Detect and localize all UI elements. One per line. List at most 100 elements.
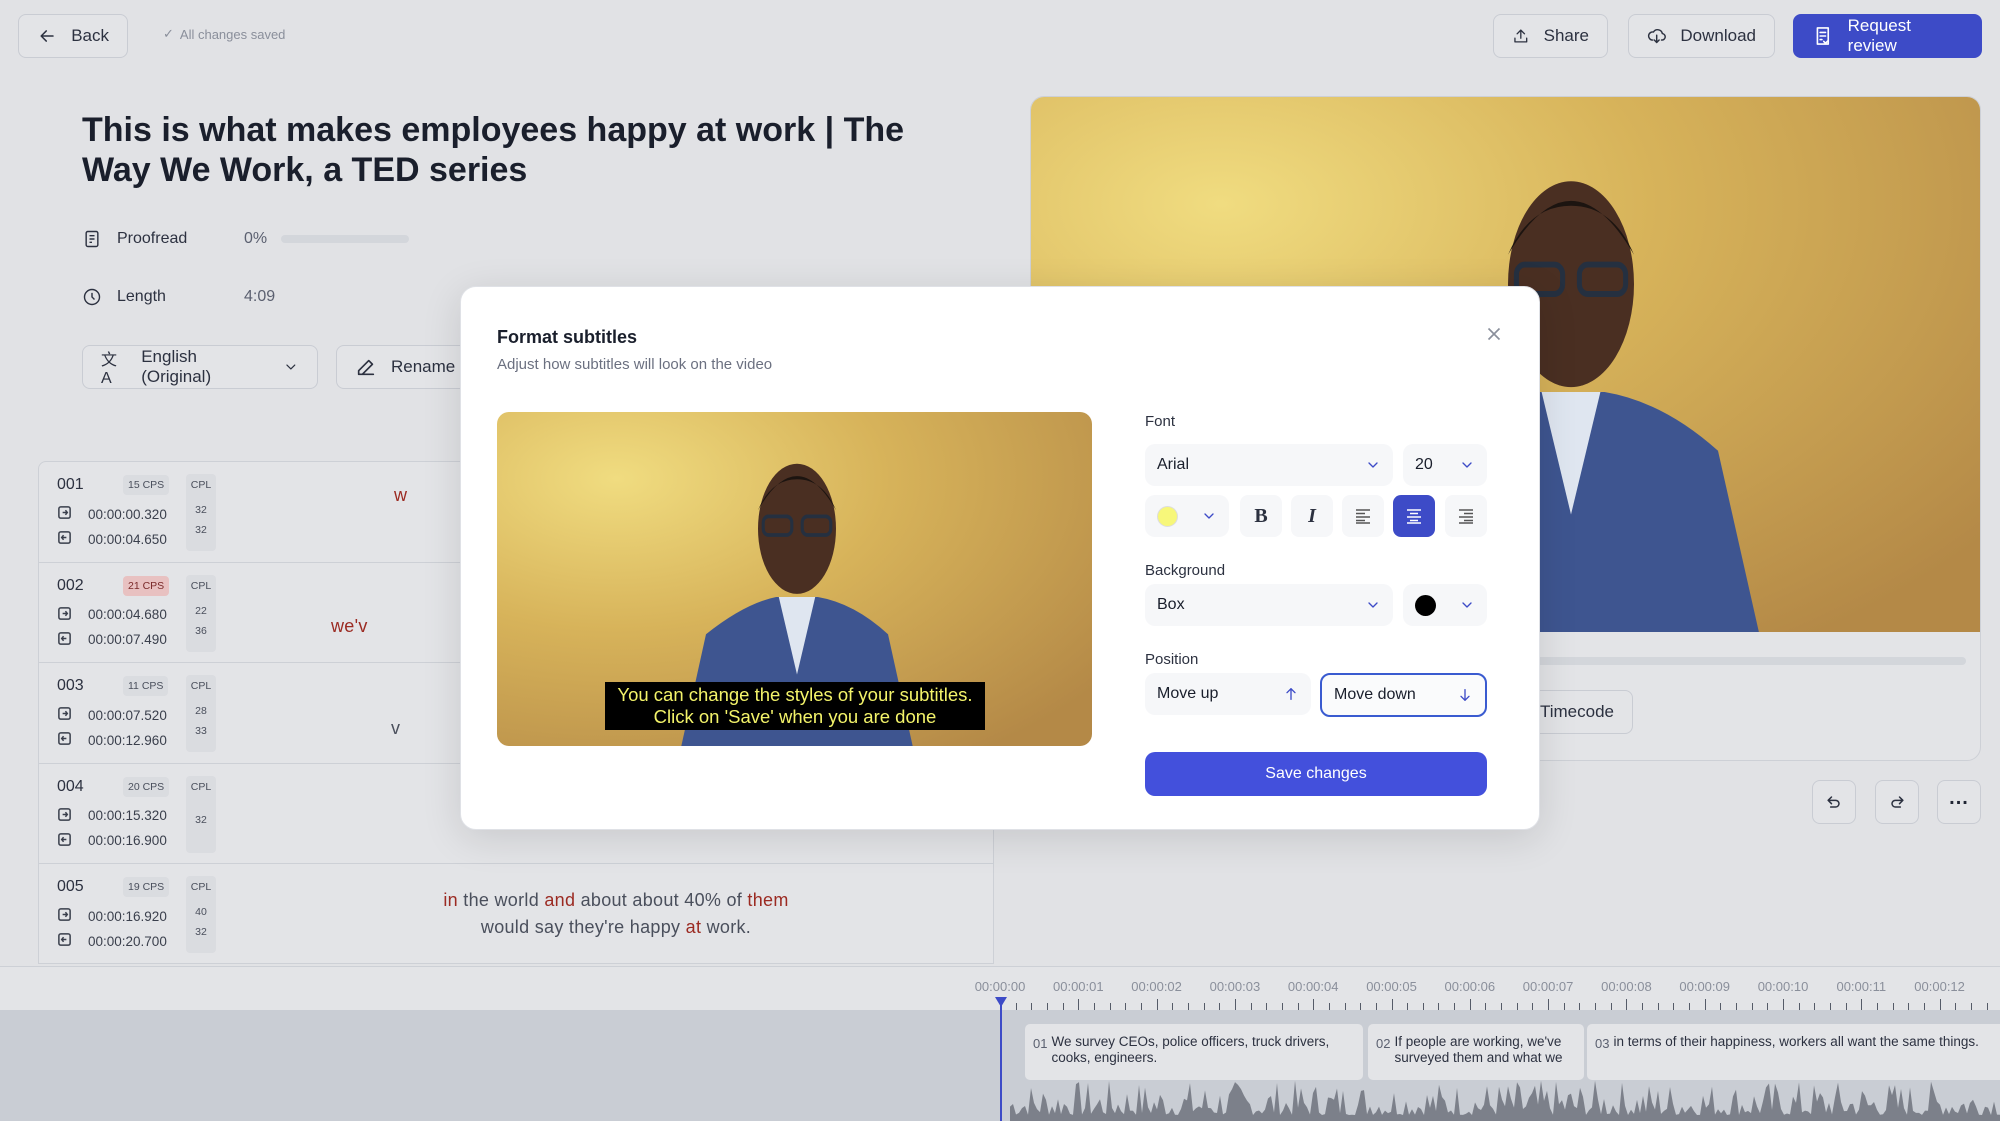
redo-button[interactable] [1875, 780, 1919, 824]
time-tick-label: 00:00:12 [1914, 979, 1965, 994]
proofread-progress-bar [281, 235, 409, 243]
chevron-down-icon [1368, 462, 1378, 468]
highlighted-word: them [747, 889, 789, 910]
highlighted-word: in [443, 889, 458, 910]
playhead[interactable] [1000, 998, 1002, 1121]
end-time[interactable]: 00:00:20.700 [57, 932, 167, 950]
caption-number: 02 [1376, 1036, 1391, 1051]
timeline-caption-card[interactable]: 03 in terms of their happiness, workers a… [1587, 1024, 2000, 1080]
align-center-icon [1407, 509, 1421, 524]
subtitle-word: about about 40% of [575, 889, 748, 910]
preview-subtitle-box: You can change the styles of your subtit… [605, 682, 985, 730]
length-row: Length 4:09 [82, 287, 281, 307]
back-button[interactable]: Back [18, 14, 128, 58]
move-up-label: Move up [1157, 685, 1219, 702]
subtitle-id: 003 [57, 677, 84, 694]
font-size-select[interactable]: 20 [1403, 444, 1487, 486]
text-color-swatch [1157, 505, 1178, 527]
cpl-label: CPL [190, 881, 212, 893]
bold-button[interactable]: B [1240, 495, 1282, 537]
background-style-select[interactable]: Box [1145, 584, 1393, 626]
highlighted-word: and [544, 889, 576, 910]
cpl-label: CPL [190, 479, 212, 491]
text-color-select[interactable] [1145, 495, 1229, 537]
request-review-button[interactable]: Request review [1793, 14, 1982, 58]
cloud-download-icon [1647, 28, 1666, 44]
subtitle-id: 005 [57, 878, 84, 895]
undo-button[interactable] [1812, 780, 1856, 824]
subtitle-row[interactable]: 005 19 CPS CPL 40 32 00:00:16.920 00:00:20… [39, 864, 993, 963]
start-time[interactable]: 00:00:04.680 [57, 606, 167, 624]
download-label: Download [1680, 26, 1756, 45]
cpl-column: CPL 40 32 [186, 876, 216, 953]
cpl-value: 32 [195, 504, 207, 516]
pencil-icon [357, 359, 375, 376]
align-right-button[interactable] [1445, 495, 1487, 537]
start-time[interactable]: 00:00:00.320 [57, 505, 167, 523]
close-button[interactable] [1483, 323, 1505, 345]
start-time[interactable]: 00:00:15.320 [57, 807, 167, 825]
time-tick-label: 00:00:07 [1522, 979, 1574, 994]
italic-button[interactable]: I [1291, 495, 1333, 537]
share-button[interactable]: Share [1493, 14, 1608, 58]
cpl-value: 36 [195, 624, 207, 637]
highlighted-word: at [685, 916, 702, 937]
align-center-button[interactable] [1393, 495, 1435, 537]
subtitle-text-fragment: v [391, 718, 401, 738]
time-tick-label: 00:00:05 [1366, 979, 1417, 994]
more-options-button[interactable]: ... [1937, 780, 1981, 824]
end-time-icon [57, 631, 88, 649]
save-status-text: All changes saved [179, 26, 286, 42]
time-tick-label: 00:00:01 [1052, 979, 1104, 994]
subtitle-word: work. [701, 916, 752, 937]
length-label: Length [117, 288, 166, 305]
language-dropdown[interactable]: 文A English (Original) [82, 345, 318, 389]
end-time-icon [57, 530, 88, 548]
move-down-button[interactable]: Move down [1320, 673, 1487, 717]
move-up-button[interactable]: Move up [1145, 673, 1311, 715]
time-tick-label: 00:00:09 [1679, 979, 1730, 994]
cps-badge: 21 CPS [123, 575, 170, 596]
subtitle-text[interactable]: in the world and about about 40% of them… [239, 864, 993, 963]
align-left-button[interactable] [1342, 495, 1384, 537]
subtitle-id: 001 [57, 476, 84, 493]
time-tick-label: 00:00:10 [1757, 979, 1809, 994]
cpl-value: 40 [195, 906, 207, 918]
preview-line-2: Click on 'Save' when you are done [653, 706, 937, 727]
save-status: ✓ All changes saved [163, 26, 285, 42]
background-color-select[interactable] [1403, 584, 1487, 626]
cpl-column: CPL 28 33 [186, 675, 216, 752]
download-button[interactable]: Download [1628, 14, 1775, 58]
caption-number: 03 [1595, 1036, 1610, 1051]
font-family-select[interactable]: Arial [1145, 444, 1393, 486]
redo-icon [1891, 796, 1904, 808]
time-tick-label: 00:00:02 [1131, 979, 1182, 994]
timeline-caption-card[interactable]: 01 We survey CEOs, police officers, truck… [1025, 1024, 1363, 1080]
cps-badge: 19 CPS [123, 877, 170, 897]
end-time-value: 00:00:16.900 [88, 833, 167, 848]
save-changes-button[interactable]: Save changes [1145, 752, 1487, 796]
start-time[interactable]: 00:00:16.920 [57, 907, 167, 925]
italic-icon: I [1308, 504, 1316, 527]
modal-subtitle: Adjust how subtitles will look on the vi… [497, 356, 773, 373]
start-time-value: 00:00:00.320 [88, 506, 167, 522]
end-time-value: 00:00:04.650 [88, 531, 167, 547]
end-time[interactable]: 00:00:04.650 [57, 530, 167, 548]
timecode-label: Timecode [1539, 702, 1614, 721]
cpl-column: CPL 22 36 [186, 574, 216, 652]
preview-line-1: You can change the styles of your subtit… [617, 684, 973, 705]
playhead-handle-icon[interactable] [995, 997, 1007, 1007]
cpl-value: 32 [195, 926, 207, 938]
start-time-icon [57, 606, 88, 624]
end-time[interactable]: 00:00:16.900 [57, 832, 167, 850]
end-time[interactable]: 00:00:07.490 [57, 631, 167, 649]
end-time[interactable]: 00:00:12.960 [57, 731, 167, 749]
cps-badge: 11 CPS [123, 676, 169, 696]
align-right-icon [1459, 509, 1473, 524]
timeline-caption-card[interactable]: 02 If people are working, we've surveyed … [1368, 1024, 1584, 1080]
time-tick-label: 00:00:06 [1444, 979, 1496, 994]
start-time[interactable]: 00:00:07.520 [57, 706, 167, 724]
chevron-down-icon [286, 364, 296, 370]
arrow-down-icon [1460, 689, 1470, 701]
subtitle-id: 004 [57, 777, 84, 795]
